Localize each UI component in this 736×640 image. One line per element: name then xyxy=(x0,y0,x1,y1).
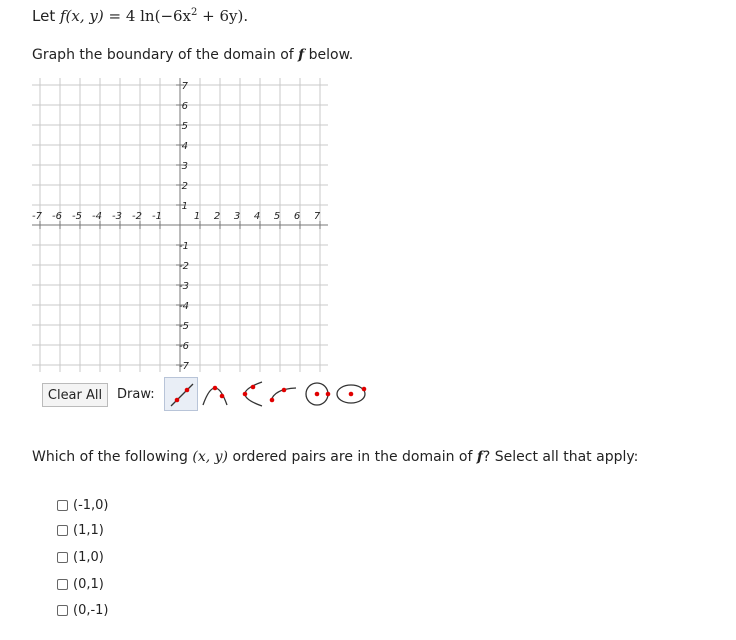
graph-instruction: Graph the boundary of the domain of f be… xyxy=(32,47,353,63)
ordered-pair-xy: (x, y) xyxy=(192,449,229,465)
y-tick-label: 2 xyxy=(182,181,188,192)
x-tick-label: 4 xyxy=(254,211,260,222)
y-tick-label: -5 xyxy=(179,321,189,332)
option-checkbox[interactable] xyxy=(57,552,68,563)
y-tick-label: -2 xyxy=(179,261,189,272)
let-text: Let xyxy=(32,7,60,25)
x-tick-label: 3 xyxy=(234,211,240,222)
x-tick-label: 5 xyxy=(274,211,280,222)
draw-label: Draw: xyxy=(117,387,155,402)
function-tail: + 6y). xyxy=(197,7,249,25)
line-icon xyxy=(170,383,194,407)
option-checkbox[interactable] xyxy=(57,525,68,536)
circle-tool-button[interactable] xyxy=(300,377,334,411)
x-tick-label: -3 xyxy=(112,211,122,222)
option-checkbox[interactable] xyxy=(57,605,68,616)
option-label: (-1,0) xyxy=(73,498,109,513)
ellipse-icon xyxy=(336,384,367,404)
parabola-icon xyxy=(202,385,228,406)
y-tick-label: 4 xyxy=(182,141,188,152)
horizontal-parabola-icon xyxy=(242,381,263,407)
y-tick-label: 6 xyxy=(182,101,188,112)
x-tick-label: 6 xyxy=(294,211,300,222)
y-tick-label: -3 xyxy=(179,281,189,292)
line-tool-button[interactable] xyxy=(164,377,198,411)
function-rhs: 4 ln(−6x xyxy=(125,7,192,25)
instruction-text-end: below. xyxy=(304,47,354,63)
x-tick-label: -1 xyxy=(152,211,162,222)
y-tick-label: -1 xyxy=(179,241,189,252)
sqrt-curve-icon xyxy=(269,387,297,403)
x-tick-label: -4 xyxy=(92,211,102,222)
option-checkbox[interactable] xyxy=(57,579,68,590)
x-tick-label: -5 xyxy=(72,211,82,222)
function-lhs: f(x, y) = xyxy=(59,7,126,25)
question-text-mid: ordered pairs are in the domain of xyxy=(228,449,477,465)
x-tick-label: 1 xyxy=(194,211,200,222)
option-label: (0,-1) xyxy=(73,603,109,618)
y-tick-label: -4 xyxy=(179,301,189,312)
y-tick-label: -7 xyxy=(179,361,190,372)
y-tick-label: 7 xyxy=(182,81,189,92)
y-tick-label: -6 xyxy=(179,341,189,352)
option-label: (1,1) xyxy=(73,523,104,538)
x-tick-labels: -7 -6 -5 -4 -3 -2 -1 1 2 3 4 5 6 7 xyxy=(32,211,321,222)
option-label: (0,1) xyxy=(73,577,104,592)
clear-all-button[interactable]: Clear All xyxy=(42,383,108,407)
horizontal-parabola-tool-button[interactable] xyxy=(232,377,266,411)
option-checkbox[interactable] xyxy=(57,500,68,511)
x-tick-label: -6 xyxy=(52,211,62,222)
parabola-tool-button[interactable] xyxy=(198,377,232,411)
function-definition: Let f(x, y) = 4 ln(−6x2 + 6y). xyxy=(32,7,248,25)
x-tick-label: -7 xyxy=(32,211,43,222)
y-tick-label: 3 xyxy=(182,161,188,172)
question-text: Which of the following xyxy=(32,449,193,465)
question-text-end: ? Select all that apply: xyxy=(482,449,639,465)
y-tick-label: 1 xyxy=(182,201,188,212)
option-label: (1,0) xyxy=(73,550,104,565)
x-tick-label: 7 xyxy=(314,211,321,222)
domain-question: Which of the following (x, y) ordered pa… xyxy=(32,449,638,465)
instruction-text: Graph the boundary of the domain of xyxy=(32,47,299,63)
sqrt-curve-tool-button[interactable] xyxy=(266,377,300,411)
x-tick-label: -2 xyxy=(132,211,142,222)
coordinate-graph[interactable]: -7 -6 -5 -4 -3 -2 -1 1 2 3 4 5 6 7 1234567-1-2-3-4-5-… xyxy=(30,76,330,374)
x-tick-label: 2 xyxy=(214,211,220,222)
ellipse-tool-button[interactable] xyxy=(334,377,368,411)
y-tick-label: 5 xyxy=(182,121,188,132)
circle-icon xyxy=(305,382,331,406)
